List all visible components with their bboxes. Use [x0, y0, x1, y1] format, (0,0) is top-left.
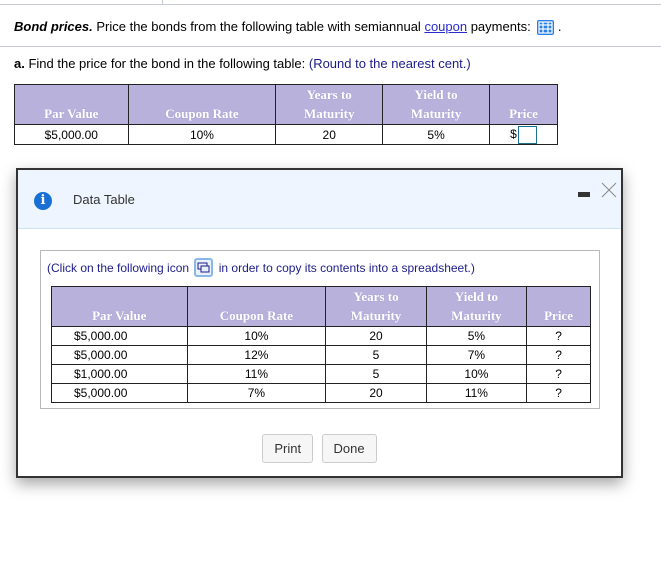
question-end: . — [554, 19, 562, 34]
cell-par-value: $5,000.00 — [14, 124, 129, 145]
cell-yield: 5% — [425, 326, 528, 346]
cell-yield: 5% — [382, 124, 490, 145]
table-row: $5,000.00 10% 20 5% ? — [51, 326, 591, 346]
question-title: Bond prices. — [14, 19, 93, 34]
cell-price: ? — [526, 383, 591, 403]
header-yield-to-maturity: Yield to Maturity — [382, 84, 490, 125]
table-row: $5,000.00 10% 20 5% $ — [14, 124, 558, 145]
cell-par-value: $5,000.00 — [51, 345, 188, 365]
dollar-sign: $ — [510, 126, 517, 141]
coupon-link[interactable]: coupon — [424, 19, 467, 34]
data-table-dialog: i Data Table (Click on the following ico… — [16, 168, 623, 478]
cell-years: 20 — [275, 124, 384, 145]
dialog-buttons: Print Done — [18, 434, 621, 463]
done-button[interactable]: Done — [321, 434, 377, 463]
header-years-to-maturity: Years to Maturity — [325, 286, 427, 327]
header-par-value: Par Value — [51, 286, 188, 327]
cell-price: $ — [489, 124, 558, 145]
header-coupon-rate: Coupon Rate — [186, 286, 327, 327]
close-icon[interactable] — [601, 182, 617, 198]
print-button[interactable]: Print — [262, 434, 314, 463]
cell-years: 5 — [325, 345, 427, 365]
header-par-value: Par Value — [14, 84, 129, 125]
top-border — [0, 4, 661, 5]
cell-yield: 11% — [425, 383, 528, 403]
question-text: Bond prices. Price the bonds from the fo… — [14, 19, 562, 35]
copy-to-spreadsheet-icon[interactable] — [194, 258, 214, 277]
dialog-header: i Data Table — [18, 170, 621, 229]
price-input[interactable] — [517, 125, 537, 144]
cell-yield: 7% — [425, 345, 528, 365]
data-table-header: Par Value Coupon Rate Years to Maturity Y… — [51, 286, 591, 327]
cell-par-value: $5,000.00 — [51, 326, 188, 346]
header-yield-to-maturity: Yield to Maturity — [425, 286, 528, 327]
cell-price: ? — [526, 326, 591, 346]
cell-par-value: $5,000.00 — [51, 383, 188, 403]
cell-coupon-rate: 10% — [186, 326, 327, 346]
cell-coupon-rate: 7% — [186, 383, 327, 403]
header-price: Price — [526, 286, 591, 327]
answer-table-header: Par Value Coupon Rate Years to Maturity Y… — [14, 84, 558, 125]
part-a-body: Find the price for the bond in the follo… — [24, 56, 309, 71]
copy-instruction: (Click on the following icon in order to… — [47, 258, 475, 277]
cell-coupon-rate: 10% — [127, 124, 277, 145]
data-table-icon[interactable] — [537, 20, 555, 35]
table-row: $5,000.00 12% 5 7% ? — [51, 345, 591, 365]
cell-yield: 10% — [425, 364, 528, 384]
table-row: $1,000.00 11% 5 10% ? — [51, 364, 591, 384]
cell-price: ? — [526, 364, 591, 384]
cell-years: 20 — [325, 326, 427, 346]
part-a-label: a. — [14, 56, 25, 71]
minimize-button[interactable] — [578, 192, 590, 197]
question-body: Price the bonds from the following table… — [92, 19, 425, 34]
cell-years: 20 — [325, 383, 427, 403]
answer-table: Par Value Coupon Rate Years to Maturity Y… — [14, 84, 558, 145]
data-table-panel: (Click on the following icon in order to… — [40, 250, 600, 409]
header-coupon-rate: Coupon Rate — [127, 84, 277, 125]
table-row: $5,000.00 7% 20 11% ? — [51, 383, 591, 403]
part-a-hint: (Round to the nearest cent.) — [308, 56, 471, 71]
header-years-to-maturity: Years to Maturity — [275, 84, 384, 125]
divider — [0, 46, 661, 47]
info-icon: i — [34, 192, 52, 210]
question-body-2: payments: — [467, 19, 535, 34]
data-table: Par Value Coupon Rate Years to Maturity Y… — [51, 286, 591, 403]
cell-coupon-rate: 12% — [186, 345, 327, 365]
cell-coupon-rate: 11% — [186, 364, 327, 384]
cell-par-value: $1,000.00 — [51, 364, 188, 384]
header-price: Price — [489, 84, 558, 125]
cell-price: ? — [526, 345, 591, 365]
part-a-text: a. Find the price for the bond in the fo… — [14, 56, 471, 71]
dialog-title: Data Table — [73, 192, 135, 207]
top-border-tick — [162, 0, 163, 4]
cell-years: 5 — [325, 364, 427, 384]
